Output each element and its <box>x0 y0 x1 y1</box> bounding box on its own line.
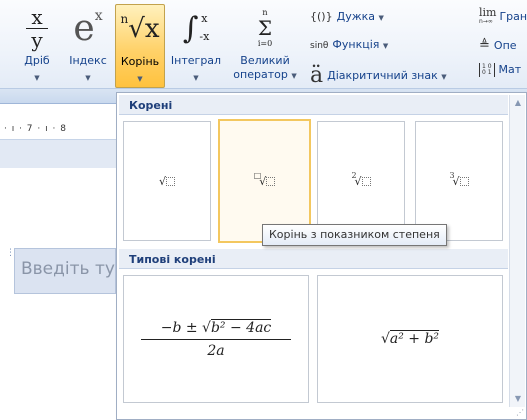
script-label: Індекс <box>69 54 107 67</box>
fraction-num: x <box>31 4 43 29</box>
large-operator-label-2: оператор ▼ <box>233 68 297 81</box>
radical-tile-square-root[interactable]: √ <box>123 121 211 241</box>
chevron-down-icon: ▼ <box>193 74 199 82</box>
bracket-label: Дужка <box>336 10 375 23</box>
script-icon: ex <box>64 6 112 50</box>
function-label: Функція <box>332 38 380 51</box>
equation-tools-ribbon: xy Дріб ▼ ex Індекс ▼ n √x Корінь ▼ ∫ x -… <box>0 0 527 90</box>
matrix-button[interactable]: 1 00 1 Мат <box>479 63 521 77</box>
operator-lower: i=0 <box>257 39 273 48</box>
scroll-up-icon[interactable]: ▲ <box>510 95 526 111</box>
fraction-icon: xy <box>14 6 60 50</box>
limit-button[interactable]: lim n→∞ Гран <box>479 6 527 26</box>
limit-label: Гран <box>499 10 527 23</box>
bracket-icon: {()} <box>310 10 333 23</box>
document-page <box>0 168 116 420</box>
radical-body: √x <box>128 14 160 44</box>
fraction-label: Дріб <box>24 54 50 67</box>
limit-symbol: lim <box>479 6 497 19</box>
pythagorean-formula: √a² + b² <box>380 330 440 347</box>
square-root-index: 2 <box>351 170 357 180</box>
pythagorean-expr: a² + b² <box>389 330 440 347</box>
accent-label: Діакритичний знак <box>327 69 438 82</box>
integral-upper: x <box>201 12 208 25</box>
ruler: · ı · 7 · ı · 8 <box>0 118 116 140</box>
radical-button[interactable]: n √x Корінь ▼ <box>115 4 165 88</box>
chevron-down-icon: ▼ <box>34 74 40 82</box>
radical-index: n <box>120 12 129 26</box>
radical-degree-index: □ <box>253 170 262 180</box>
fraction-button[interactable]: xy Дріб ▼ <box>14 6 60 86</box>
integral-label: Інтеграл <box>170 54 222 67</box>
quadratic-discriminant: b² − 4ac <box>210 318 272 336</box>
matrix-icon: 1 00 1 <box>479 63 495 77</box>
function-icon: sinθ <box>310 41 329 51</box>
accent-icon: ä <box>310 63 324 88</box>
function-button[interactable]: sinθ Функція ▼ <box>310 38 388 51</box>
radical-degree-icon: □√ <box>254 171 276 188</box>
section-title-typical: Типові корені <box>119 249 508 269</box>
radical-tile-square[interactable]: 2√ <box>317 121 405 241</box>
resize-grip-icon[interactable]: ⋰ <box>516 408 524 417</box>
chevron-down-icon: ▼ <box>137 75 143 83</box>
operator-icon: ≜ <box>479 38 490 53</box>
radical-label: Корінь <box>120 55 160 68</box>
operator-symbol: Σ <box>257 16 273 40</box>
script-sup: x <box>94 8 103 24</box>
scroll-down-icon[interactable]: ▼ <box>510 391 526 407</box>
operator-button[interactable]: ≜ Опе <box>479 38 517 53</box>
square-root-degree-icon: 2√ <box>351 171 371 188</box>
fraction-den: y <box>31 27 43 52</box>
script-base: e <box>73 7 95 49</box>
operator-label: Опе <box>493 39 517 52</box>
gallery-scrollbar[interactable]: ▲ ▼ <box>509 95 525 407</box>
large-operator-button[interactable]: n Σ i=0 Великий оператор ▼ <box>228 6 302 86</box>
tooltip: Корінь з показником степеня <box>262 224 447 246</box>
limit-sub: n→∞ <box>479 18 493 25</box>
cube-root-icon: 3√ <box>449 171 469 188</box>
large-operator-label-1: Великий <box>240 54 290 67</box>
equation-placeholder[interactable]: Введіть ту <box>14 248 116 294</box>
bracket-button[interactable]: {()} Дужка ▼ <box>310 10 384 23</box>
large-operator-label-2-text: оператор <box>233 68 288 81</box>
limit-icon: lim n→∞ <box>479 6 497 26</box>
square-root-icon: √ <box>159 175 175 188</box>
equation-handle[interactable]: ⋮ <box>6 249 15 268</box>
integral-icon: ∫ x -x <box>168 6 224 50</box>
integral-symbol: ∫ <box>182 10 199 46</box>
quadratic-denominator: 2a <box>207 342 225 359</box>
radical-tile-cube[interactable]: 3√ <box>415 121 503 241</box>
radical-gallery: Корені √ □√ 2√ 3√ Типові корені −b ± √b²… <box>116 92 527 420</box>
integral-lower: -x <box>199 30 210 43</box>
quadratic-formula: −b ± √b² − 4ac 2a <box>141 318 291 359</box>
large-operator-icon: n Σ i=0 <box>228 6 302 50</box>
typical-tile-pythagorean[interactable]: √a² + b² <box>317 275 503 403</box>
radical-icon: n √x <box>116 7 164 51</box>
matrix-label: Мат <box>498 63 522 76</box>
integral-button[interactable]: ∫ x -x Інтеграл ▼ <box>168 6 224 86</box>
script-button[interactable]: ex Індекс ▼ <box>64 6 112 86</box>
section-title-radicals: Корені <box>119 95 508 115</box>
typical-tile-quadratic[interactable]: −b ± √b² − 4ac 2a <box>123 275 309 403</box>
cube-root-index: 3 <box>449 170 455 180</box>
chevron-down-icon: ▼ <box>85 74 91 82</box>
accent-button[interactable]: ä Діакритичний знак ▼ <box>310 60 447 88</box>
quadratic-numerator-prefix: −b ± <box>160 319 203 336</box>
